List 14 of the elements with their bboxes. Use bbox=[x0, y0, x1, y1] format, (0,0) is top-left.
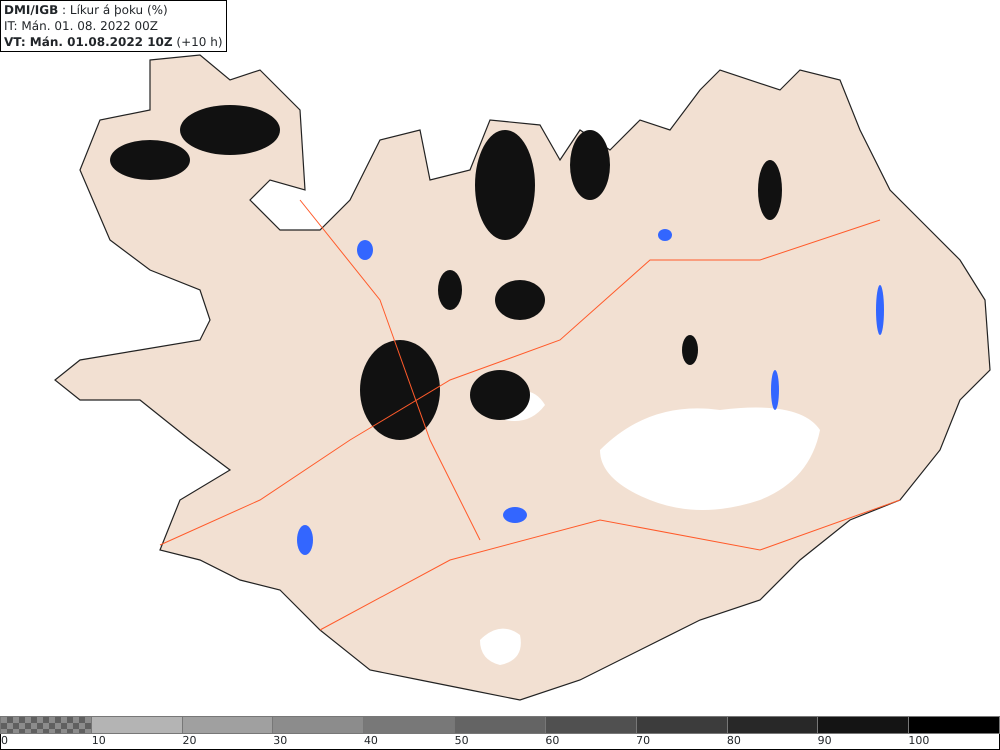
legend-label: 70 bbox=[636, 734, 650, 747]
header-line: VT: Mán. 01.08.2022 10Z (+10 h) bbox=[4, 34, 223, 50]
header-line: DMI/IGB : Líkur á þoku (%) bbox=[4, 2, 169, 18]
legend-label: 20 bbox=[182, 734, 196, 747]
legend-label: 90 bbox=[818, 734, 832, 747]
legend-label: 50 bbox=[454, 734, 469, 747]
header-line: IT: Mán. 01. 08. 2022 00Z bbox=[4, 18, 159, 34]
legend-label: 60 bbox=[545, 734, 560, 747]
legend-label: 0 bbox=[1, 734, 8, 747]
legend-label: 30 bbox=[273, 734, 288, 747]
legend-label: 80 bbox=[726, 734, 741, 747]
legend-label: 40 bbox=[364, 734, 378, 747]
legend-label: 10 bbox=[92, 734, 106, 747]
legend-label: 100 bbox=[908, 734, 930, 747]
